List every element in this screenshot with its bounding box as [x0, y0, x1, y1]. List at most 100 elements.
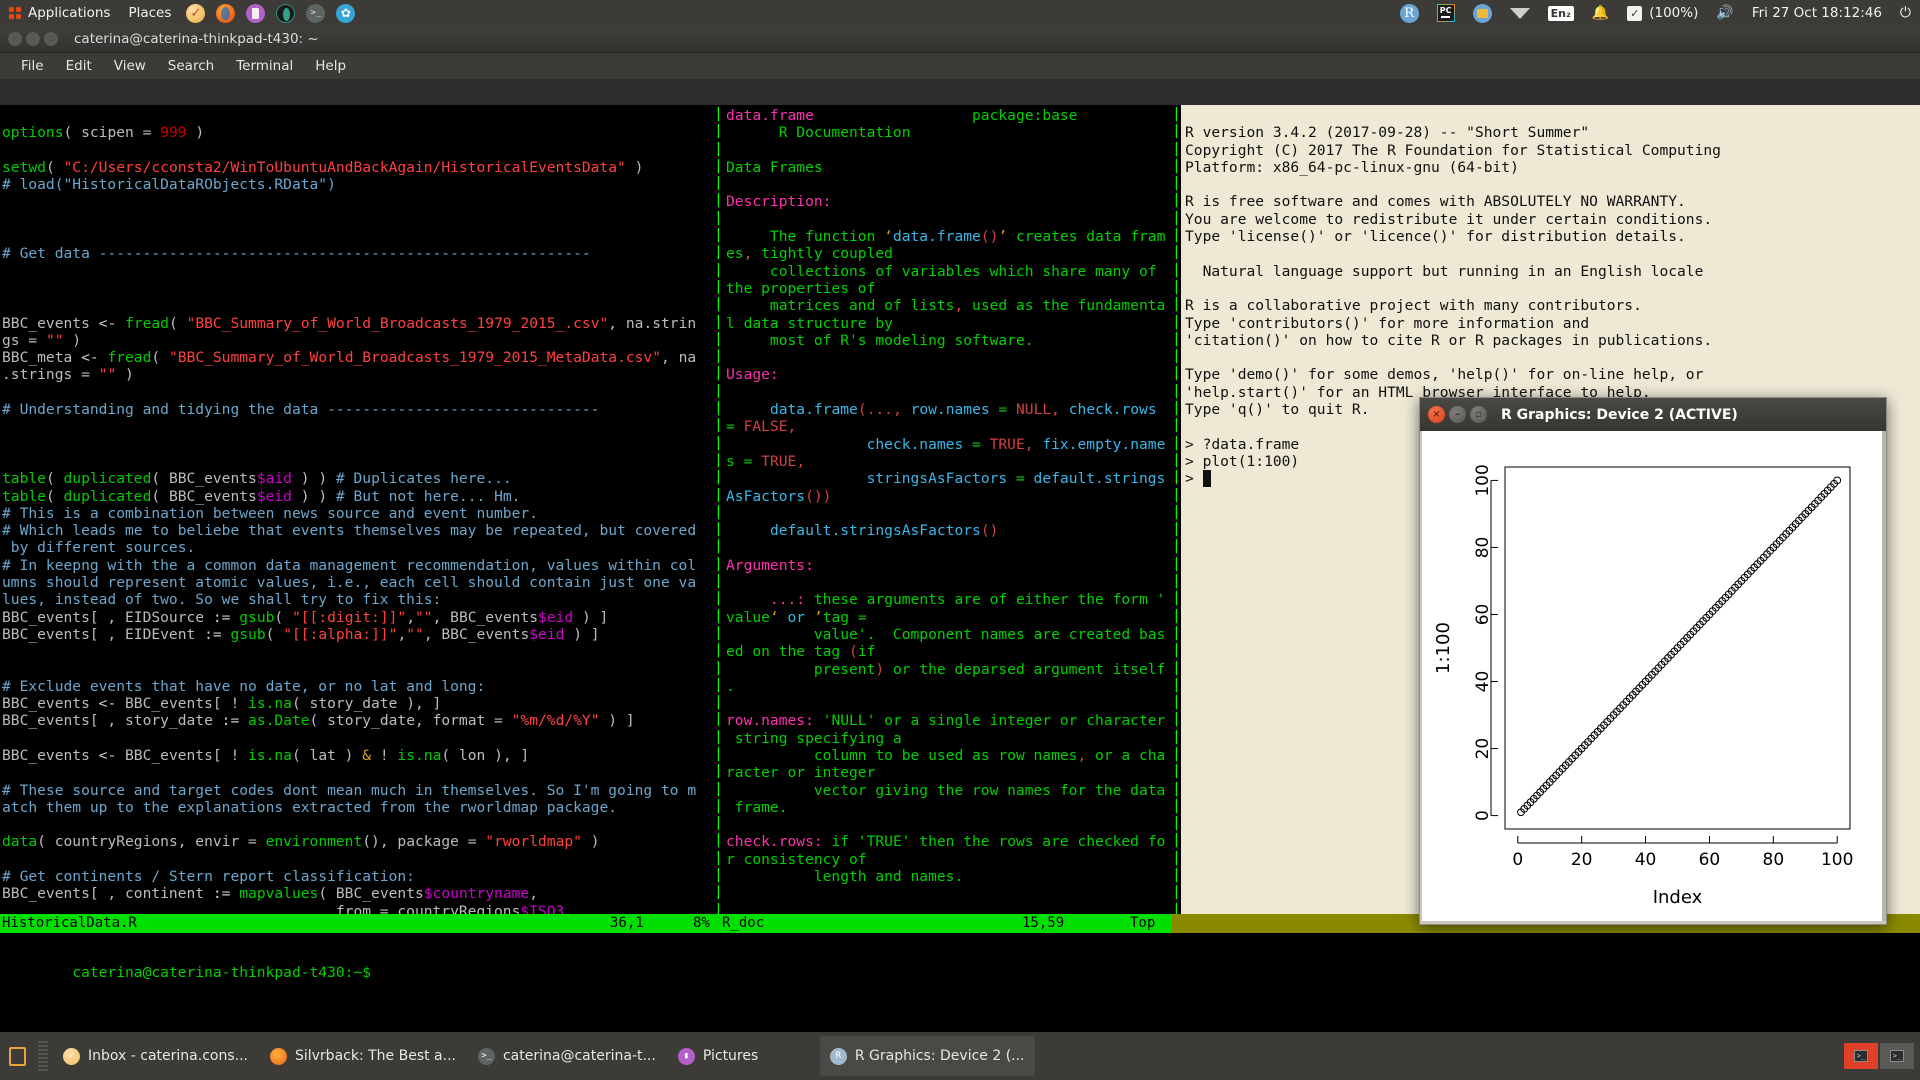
menu-help[interactable]: Help: [304, 53, 357, 79]
vim-line: .strings = "" ): [2, 366, 134, 384]
battery-indicator[interactable]: (100%): [1618, 0, 1707, 26]
r-indicator[interactable]: [1391, 0, 1428, 26]
doc-line: check.rows: if 'TRUE' then the rows are …: [726, 833, 1166, 851]
r-graphics-scrollbar[interactable]: [1882, 431, 1886, 921]
vim-line: [2, 730, 716, 747]
wifi-icon: [1509, 6, 1530, 20]
taskbar-item-4[interactable]: R R Graphics: Device 2 (...: [819, 1036, 1035, 1076]
doc-line: Description:: [726, 193, 832, 211]
menu-view[interactable]: View: [103, 53, 157, 79]
vim-line: [2, 211, 716, 228]
doc-line: data.frame(..., row.names = NULL, check.…: [769, 401, 1157, 419]
workspace-1[interactable]: >_: [1844, 1043, 1878, 1069]
pycharm-indicator[interactable]: [1428, 0, 1464, 26]
applications-menu[interactable]: Applications: [0, 0, 119, 26]
volume-indicator[interactable]: 🔊: [1707, 0, 1742, 26]
terminal-icon[interactable]: [306, 3, 326, 23]
close-icon[interactable]: ×: [8, 32, 22, 46]
doc-line: AsFactors()): [726, 487, 832, 505]
vim-line: # This is a combination between news sou…: [2, 504, 538, 522]
doc-line: racter or integer: [726, 764, 876, 782]
doc-line: data.frame package:base: [726, 107, 1078, 124]
vim-editor-pane[interactable]: options( scipen = 999 ) setwd( "C:/Users…: [0, 105, 716, 914]
tmux-pane-divider-left[interactable]: | | | | | | | | | | | | | | | | | | | | | | | | | | | | | | | | | | | | | | | |…: [714, 105, 723, 918]
menu-search[interactable]: Search: [157, 53, 225, 79]
top-panel-indicators: En₂ 🔔 (100%) 🔊 Fri 27 Oct 18:12:46 ⏻: [1391, 0, 1920, 26]
svg-text:80: 80: [1763, 850, 1785, 870]
package-indicator[interactable]: [1464, 0, 1501, 26]
vim-line: BBC_events <- fread( "BBC_Summary_of_Wor…: [2, 314, 697, 332]
taskbar-item-label: Silvrback: The Best a...: [294, 1048, 456, 1064]
language-indicator[interactable]: En₂: [1539, 0, 1583, 26]
doc-line: l data structure by: [726, 314, 893, 332]
doc-line: string specifying a: [726, 729, 902, 747]
maximize-icon[interactable]: ▫: [1470, 406, 1487, 423]
doc-line: R Documentation: [726, 124, 911, 142]
svg-text:20: 20: [1571, 850, 1593, 870]
vim-line: # Get continents / Stern report classifi…: [2, 868, 415, 886]
r-console-line: 'citation()' on how to cite R or R packa…: [1185, 331, 1713, 349]
close-icon[interactable]: ×: [1428, 406, 1445, 423]
settings-icon[interactable]: [336, 3, 356, 23]
bash-prompt-area[interactable]: caterina@caterina-thinkpad-t430:~$: [0, 933, 1920, 981]
vim-status-percent: 8%: [693, 915, 710, 931]
vim-line: umns should represent atomic values, i.e…: [2, 574, 697, 592]
svg-text:60: 60: [1473, 604, 1493, 626]
terminal-titlebar[interactable]: × – ▫ caterina@caterina-thinkpad-t430: ~: [0, 26, 1920, 53]
vim-status-docposition: Top: [1130, 915, 1156, 931]
workspace-2[interactable]: >_: [1880, 1043, 1914, 1069]
r-console-line: Copyright (C) 2017 The R Foundation for …: [1185, 141, 1721, 159]
r-graphics-title: R Graphics: Device 2 (ACTIVE): [1501, 406, 1738, 423]
menu-terminal[interactable]: Terminal: [225, 53, 304, 79]
doc-line: [726, 176, 1177, 193]
menu-file[interactable]: File: [10, 53, 55, 79]
notifications-indicator[interactable]: 🔔: [1583, 0, 1618, 26]
doc-line: [726, 885, 1177, 902]
maximize-icon[interactable]: ▫: [44, 32, 58, 46]
places-menu[interactable]: Places: [119, 0, 180, 26]
doc-line: [726, 142, 1177, 159]
taskbar-item-1[interactable]: Silvrback: The Best a...: [260, 1036, 466, 1076]
vim-line: [2, 228, 716, 245]
folder-icon: ▮: [677, 1047, 695, 1065]
r-doc-pane[interactable]: data.frame package:base R Documentation …: [722, 105, 1177, 914]
doc-line: [726, 816, 1177, 833]
minimize-icon[interactable]: –: [1449, 406, 1466, 423]
vim-line: [2, 384, 716, 401]
workspace-switcher[interactable]: >_ >_: [1844, 1043, 1914, 1069]
document-icon[interactable]: [246, 3, 266, 23]
session-indicator[interactable]: ⏻: [1891, 0, 1920, 26]
svg-text:40: 40: [1635, 850, 1657, 870]
clock-indicator[interactable]: Fri 27 Oct 18:12:46: [1743, 0, 1891, 26]
taskbar-item-0[interactable]: ✓ Inbox - caterina.cons...: [53, 1036, 258, 1076]
r-icon: R: [829, 1047, 847, 1065]
taskbar-item-2[interactable]: >_ caterina@caterina-t...: [468, 1036, 666, 1076]
firefox-icon[interactable]: [216, 3, 236, 23]
vim-line: table( duplicated( BBC_events$eid ) ) # …: [2, 487, 521, 505]
vim-line: [2, 851, 716, 868]
network-indicator[interactable]: [1501, 0, 1539, 26]
doc-line: most of R's modeling software.: [726, 331, 1034, 349]
tmux-pane-divider-right[interactable]: | | | | | | | | | | | | | | | | | | | | | | | | | | | | | | | | | | | | | | | |…: [1172, 105, 1181, 918]
doc-line: [726, 574, 1177, 591]
todo-icon[interactable]: [186, 3, 206, 23]
r-console-line: Type 'demo()' for some demos, 'help()' f…: [1185, 366, 1704, 384]
doc-line: ...: these arguments are of either the f…: [769, 591, 1166, 609]
vim-line: [2, 661, 716, 678]
taskbar-item-3[interactable]: ▮ Pictures: [668, 1036, 818, 1076]
terminal-icon: >_: [477, 1047, 495, 1065]
doc-line: column to be used as row names, or a cha: [726, 746, 1166, 764]
minimize-icon[interactable]: –: [26, 32, 40, 46]
menu-edit[interactable]: Edit: [55, 53, 103, 79]
r-graphics-titlebar[interactable]: × – ▫ R Graphics: Device 2 (ACTIVE): [1420, 398, 1886, 431]
terminal-menubar: File Edit View Search Terminal Help: [0, 53, 1920, 79]
atom-icon[interactable]: [276, 3, 296, 23]
r-console-line: Platform: x86_64-pc-linux-gnu (64-bit): [1185, 158, 1519, 176]
r-console-line: You are welcome to redistribute it under…: [1185, 210, 1713, 228]
r-graphics-window[interactable]: × – ▫ R Graphics: Device 2 (ACTIVE) 0 20 4…: [1419, 397, 1887, 925]
doc-line: Data Frames: [726, 158, 823, 176]
task-list: ✓ Inbox - caterina.cons... Silvrback: The …: [52, 1036, 1036, 1076]
show-desktop-button[interactable]: [0, 1032, 34, 1080]
taskbar-grip[interactable]: [38, 1041, 48, 1071]
doc-line: vector giving the row names for the data: [726, 781, 1166, 799]
